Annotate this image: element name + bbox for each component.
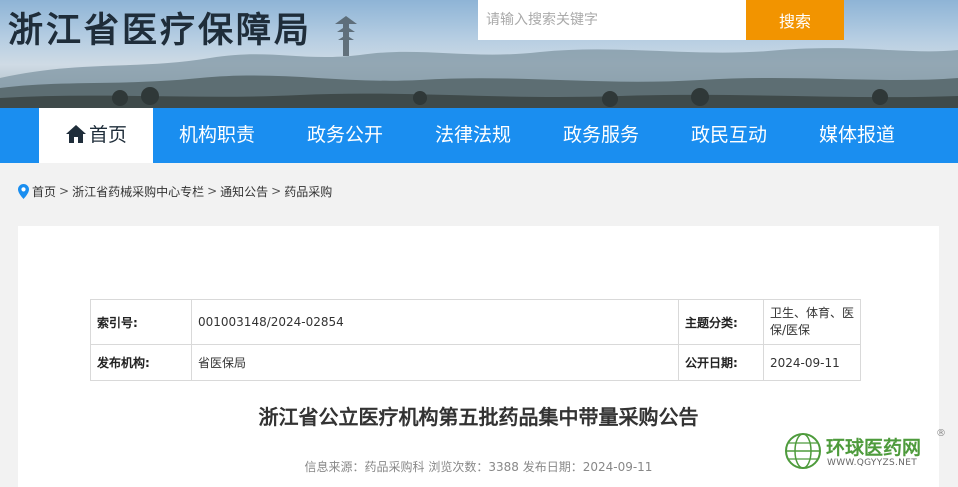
nav-item-interaction[interactable]: 政民互动	[665, 108, 793, 163]
nav-item-laws[interactable]: 法律法规	[409, 108, 537, 163]
org-label: 发布机构:	[90, 344, 192, 381]
index-value: 001003148/2024-02854	[191, 299, 679, 345]
watermark-logo: 环球医药网 WWW.QGYYZS.NET ®	[784, 428, 958, 472]
header-banner: 浙江省医疗保障局 搜索	[0, 0, 958, 108]
location-pin-icon	[18, 183, 29, 199]
breadcrumb-notice-link[interactable]: 通知公告	[220, 183, 268, 200]
home-icon	[65, 125, 86, 143]
topic-label: 主题分类:	[678, 299, 764, 345]
main-nav: 首页 机构职责 政务公开 法律法规 政务服务 政民互动 媒体报道	[0, 108, 958, 163]
article-title: 浙江省公立医疗机构第五批药品集中带量采购公告	[258, 405, 699, 429]
breadcrumb-separator: >	[207, 184, 218, 198]
table-row: 索引号: 001003148/2024-02854 主题分类: 卫生、体育、医保…	[90, 299, 861, 345]
date-label: 公开日期:	[678, 344, 764, 381]
date-value: 2024-09-11	[763, 344, 861, 381]
index-label: 索引号:	[90, 299, 192, 345]
breadcrumb-separator: >	[271, 184, 282, 198]
watermark-name: 环球医药网	[826, 437, 922, 459]
nav-item-government-affairs[interactable]: 政务公开	[281, 108, 409, 163]
topic-value: 卫生、体育、医保/医保	[763, 299, 861, 345]
search-input[interactable]	[478, 0, 746, 40]
nav-label: 首页	[88, 124, 127, 146]
nav-item-institution[interactable]: 机构职责	[153, 108, 281, 163]
breadcrumb: 首页 > 浙江省药械采购中心专栏 > 通知公告 > 药品采购	[18, 181, 332, 201]
globe-icon	[785, 433, 821, 469]
org-value: 省医保局	[191, 344, 679, 381]
breadcrumb-drug-purchase-link[interactable]: 药品采购	[284, 183, 332, 200]
search-button[interactable]: 搜索	[746, 0, 844, 40]
table-row: 发布机构: 省医保局 公开日期: 2024-09-11	[90, 344, 861, 381]
breadcrumb-separator: >	[59, 184, 70, 198]
watermark-url: WWW.QGYYZS.NET	[827, 458, 917, 468]
nav-item-home[interactable]: 首页	[39, 108, 153, 163]
nav-item-services[interactable]: 政务服务	[537, 108, 665, 163]
registered-mark-icon: ®	[936, 428, 946, 439]
site-title: 浙江省医疗保障局	[8, 11, 313, 51]
breadcrumb-home-link[interactable]: 首页	[32, 183, 56, 200]
metadata-table: 索引号: 001003148/2024-02854 主题分类: 卫生、体育、医保…	[90, 299, 861, 381]
breadcrumb-center-link[interactable]: 浙江省药械采购中心专栏	[72, 183, 204, 200]
nav-item-media[interactable]: 媒体报道	[793, 108, 921, 163]
